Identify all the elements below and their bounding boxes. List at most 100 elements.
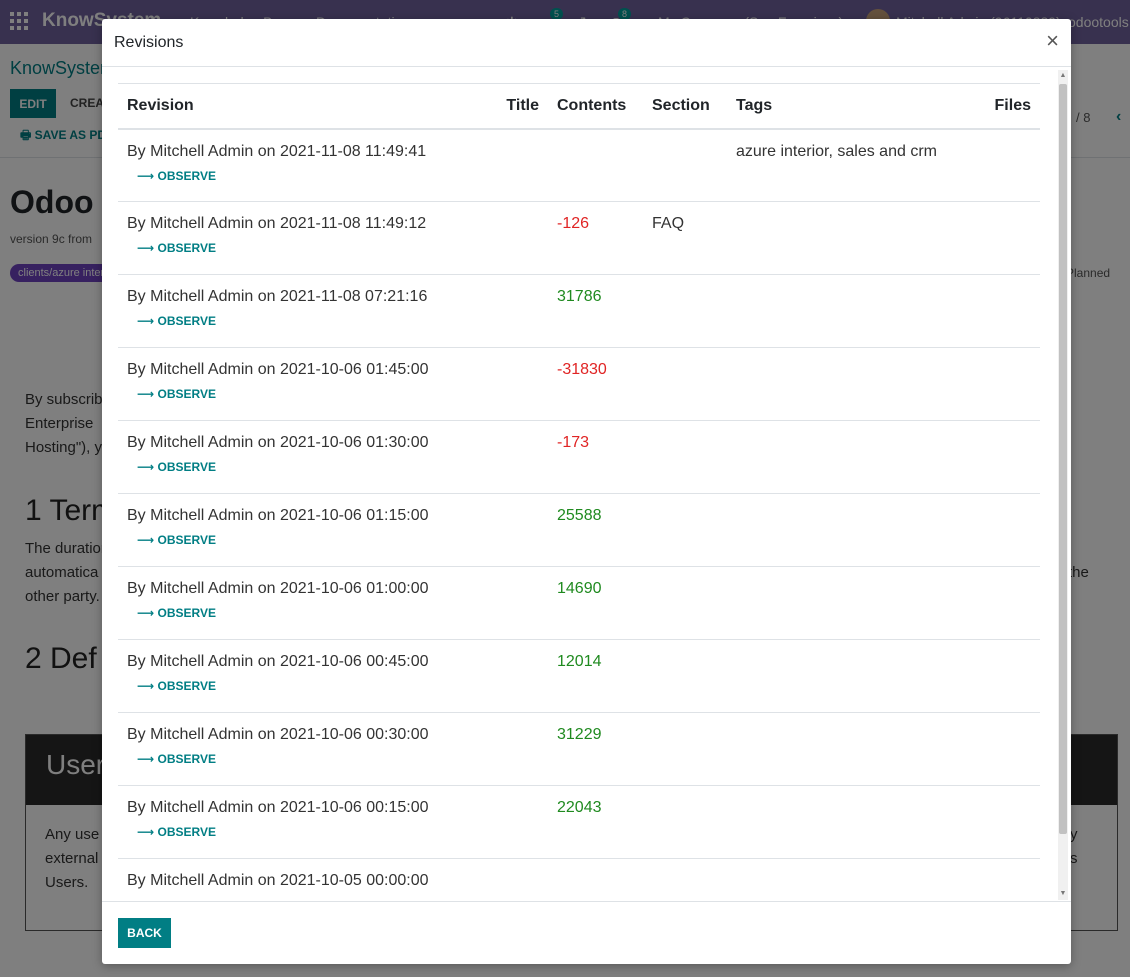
files-cell [980,347,1040,421]
scroll-thumb[interactable] [1059,84,1067,834]
title-cell [490,566,548,640]
table-row: By Mitchell Admin on 2021-10-06 01:15:00… [118,493,1040,567]
observe-button[interactable]: ⟶ OBSERVE [137,460,216,474]
revision-label: By Mitchell Admin on 2021-11-08 11:49:41 [127,142,427,160]
section-cell [643,493,727,567]
section-cell [643,785,727,859]
arrow-right-icon: ⟶ [137,241,158,255]
revision-label: By Mitchell Admin on 2021-10-06 01:00:00 [127,580,429,597]
observe-label: OBSERVE [157,168,217,183]
column-contents[interactable]: Contents [548,83,643,130]
section-cell [643,347,727,421]
modal-header: Revisions × [102,19,1071,67]
contents-cell: 22043 [548,785,643,859]
files-cell [980,639,1040,713]
title-cell [490,128,548,202]
observe-label: OBSERVE [157,606,217,620]
contents-cell: -173 [548,420,643,494]
tags-cell [727,420,980,494]
revisions-table: Revision Title Contents Section Tags Fil… [118,83,1040,901]
table-row: By Mitchell Admin on 2021-10-06 01:00:00… [118,566,1040,640]
table-header-row: Revision Title Contents Section Tags Fil… [118,83,1040,130]
observe-button[interactable]: ⟶ OBSERVE [137,241,216,255]
revision-cell: By Mitchell Admin on 2021-10-05 00:00:00 [118,858,490,901]
arrow-right-icon: ⟶ [137,168,158,183]
observe-button[interactable]: ⟶ OBSERVE [137,169,216,183]
table-row: By Mitchell Admin on 2021-10-05 00:00:00 [118,858,1040,901]
observe-button[interactable]: ⟶ OBSERVE [137,387,216,401]
revision-label: By Mitchell Admin on 2021-10-06 00:15:00 [127,799,429,816]
arrow-right-icon: ⟶ [137,314,158,328]
close-icon[interactable]: × [1046,29,1059,53]
revision-cell: By Mitchell Admin on 2021-11-08 11:49:41… [118,128,490,202]
column-revision[interactable]: Revision [118,83,490,130]
scrollbar[interactable]: ▲ ▼ [1058,70,1068,900]
contents-cell: 25588 [548,493,643,567]
arrow-right-icon: ⟶ [137,460,158,474]
revision-cell: By Mitchell Admin on 2021-11-08 11:49:12… [118,201,490,275]
table-row: By Mitchell Admin on 2021-10-06 01:45:00… [118,347,1040,421]
column-files[interactable]: Files [980,83,1040,130]
tags-cell [727,566,980,640]
tags-cell: azure interior, sales and crm [727,128,980,202]
title-cell [490,639,548,713]
revision-cell: By Mitchell Admin on 2021-10-06 00:45:00… [118,639,490,713]
modal-footer: BACK [102,901,1071,964]
scroll-up-icon[interactable]: ▲ [1058,70,1068,82]
files-cell [980,128,1040,202]
files-cell [980,858,1040,901]
tags-cell [727,274,980,348]
arrow-right-icon: ⟶ [137,387,158,401]
revision-cell: By Mitchell Admin on 2021-10-06 00:30:00… [118,712,490,786]
contents-cell: -31830 [548,347,643,421]
observe-button[interactable]: ⟶ OBSERVE [137,606,216,620]
arrow-right-icon: ⟶ [137,752,158,766]
section-cell: FAQ [643,201,727,275]
table-row: By Mitchell Admin on 2021-11-08 07:21:16… [118,274,1040,348]
back-button[interactable]: BACK [118,918,171,948]
scroll-down-icon[interactable]: ▼ [1058,888,1068,900]
revision-label: By Mitchell Admin on 2021-10-06 01:30:00 [127,434,429,451]
table-row: By Mitchell Admin on 2021-10-06 00:45:00… [118,639,1040,713]
observe-button[interactable]: ⟶ OBSERVE [137,314,216,328]
tags-cell [727,201,980,275]
column-tags[interactable]: Tags [727,83,980,130]
tags-cell [727,858,980,901]
section-cell [643,566,727,640]
observe-label: OBSERVE [157,387,217,401]
title-cell [490,712,548,786]
table-row: By Mitchell Admin on 2021-10-06 00:15:00… [118,785,1040,859]
files-cell [980,274,1040,348]
observe-label: OBSERVE [157,241,217,255]
section-cell [643,420,727,494]
section-cell [643,128,727,202]
tags-cell [727,785,980,859]
contents-cell: 31786 [548,274,643,348]
modal-body: Revision Title Contents Section Tags Fil… [102,68,1071,901]
table-row: By Mitchell Admin on 2021-10-06 00:30:00… [118,712,1040,786]
revision-label: By Mitchell Admin on 2021-10-06 01:15:00 [127,507,429,524]
observe-button[interactable]: ⟶ OBSERVE [137,825,216,839]
contents-cell: 31229 [548,712,643,786]
contents-cell [548,128,643,202]
observe-label: OBSERVE [157,460,217,474]
column-section[interactable]: Section [643,83,727,130]
contents-cell: -126 [548,201,643,275]
observe-label: OBSERVE [157,679,217,693]
contents-cell [548,858,643,901]
contents-cell: 14690 [548,566,643,640]
files-cell [980,420,1040,494]
revision-label: By Mitchell Admin on 2021-10-05 00:00:00 [127,872,429,889]
observe-button[interactable]: ⟶ OBSERVE [137,679,216,693]
table-row: By Mitchell Admin on 2021-11-08 11:49:12… [118,201,1040,275]
section-cell [643,274,727,348]
arrow-right-icon: ⟶ [137,825,158,839]
revision-cell: By Mitchell Admin on 2021-11-08 07:21:16… [118,274,490,348]
title-cell [490,347,548,421]
observe-button[interactable]: ⟶ OBSERVE [137,752,216,766]
observe-button[interactable]: ⟶ OBSERVE [137,533,216,547]
column-title[interactable]: Title [490,83,548,130]
revision-cell: By Mitchell Admin on 2021-10-06 01:15:00… [118,493,490,567]
tags-cell [727,712,980,786]
table-row: By Mitchell Admin on 2021-10-06 01:30:00… [118,420,1040,494]
